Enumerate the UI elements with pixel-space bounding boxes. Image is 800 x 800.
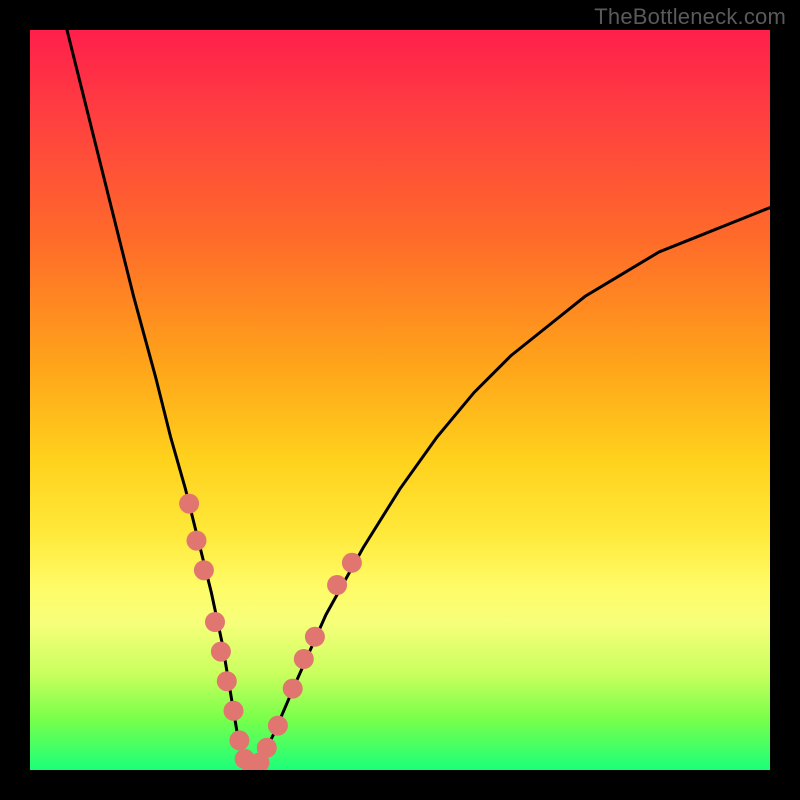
marker-point xyxy=(205,612,225,632)
marker-point xyxy=(305,627,325,647)
watermark-text: TheBottleneck.com xyxy=(594,4,786,30)
marker-point xyxy=(224,701,244,721)
marker-point xyxy=(342,553,362,573)
marker-group xyxy=(179,494,362,770)
marker-point xyxy=(268,716,288,736)
bottleneck-curve xyxy=(67,30,770,770)
marker-point xyxy=(294,649,314,669)
marker-point xyxy=(257,738,277,758)
plot-area xyxy=(30,30,770,770)
marker-point xyxy=(211,642,231,662)
marker-point xyxy=(217,671,237,691)
chart-frame: TheBottleneck.com xyxy=(0,0,800,800)
marker-point xyxy=(229,730,249,750)
marker-point xyxy=(194,560,214,580)
curve-svg xyxy=(30,30,770,770)
marker-point xyxy=(179,494,199,514)
marker-point xyxy=(283,679,303,699)
marker-point xyxy=(187,531,207,551)
marker-point xyxy=(327,575,347,595)
